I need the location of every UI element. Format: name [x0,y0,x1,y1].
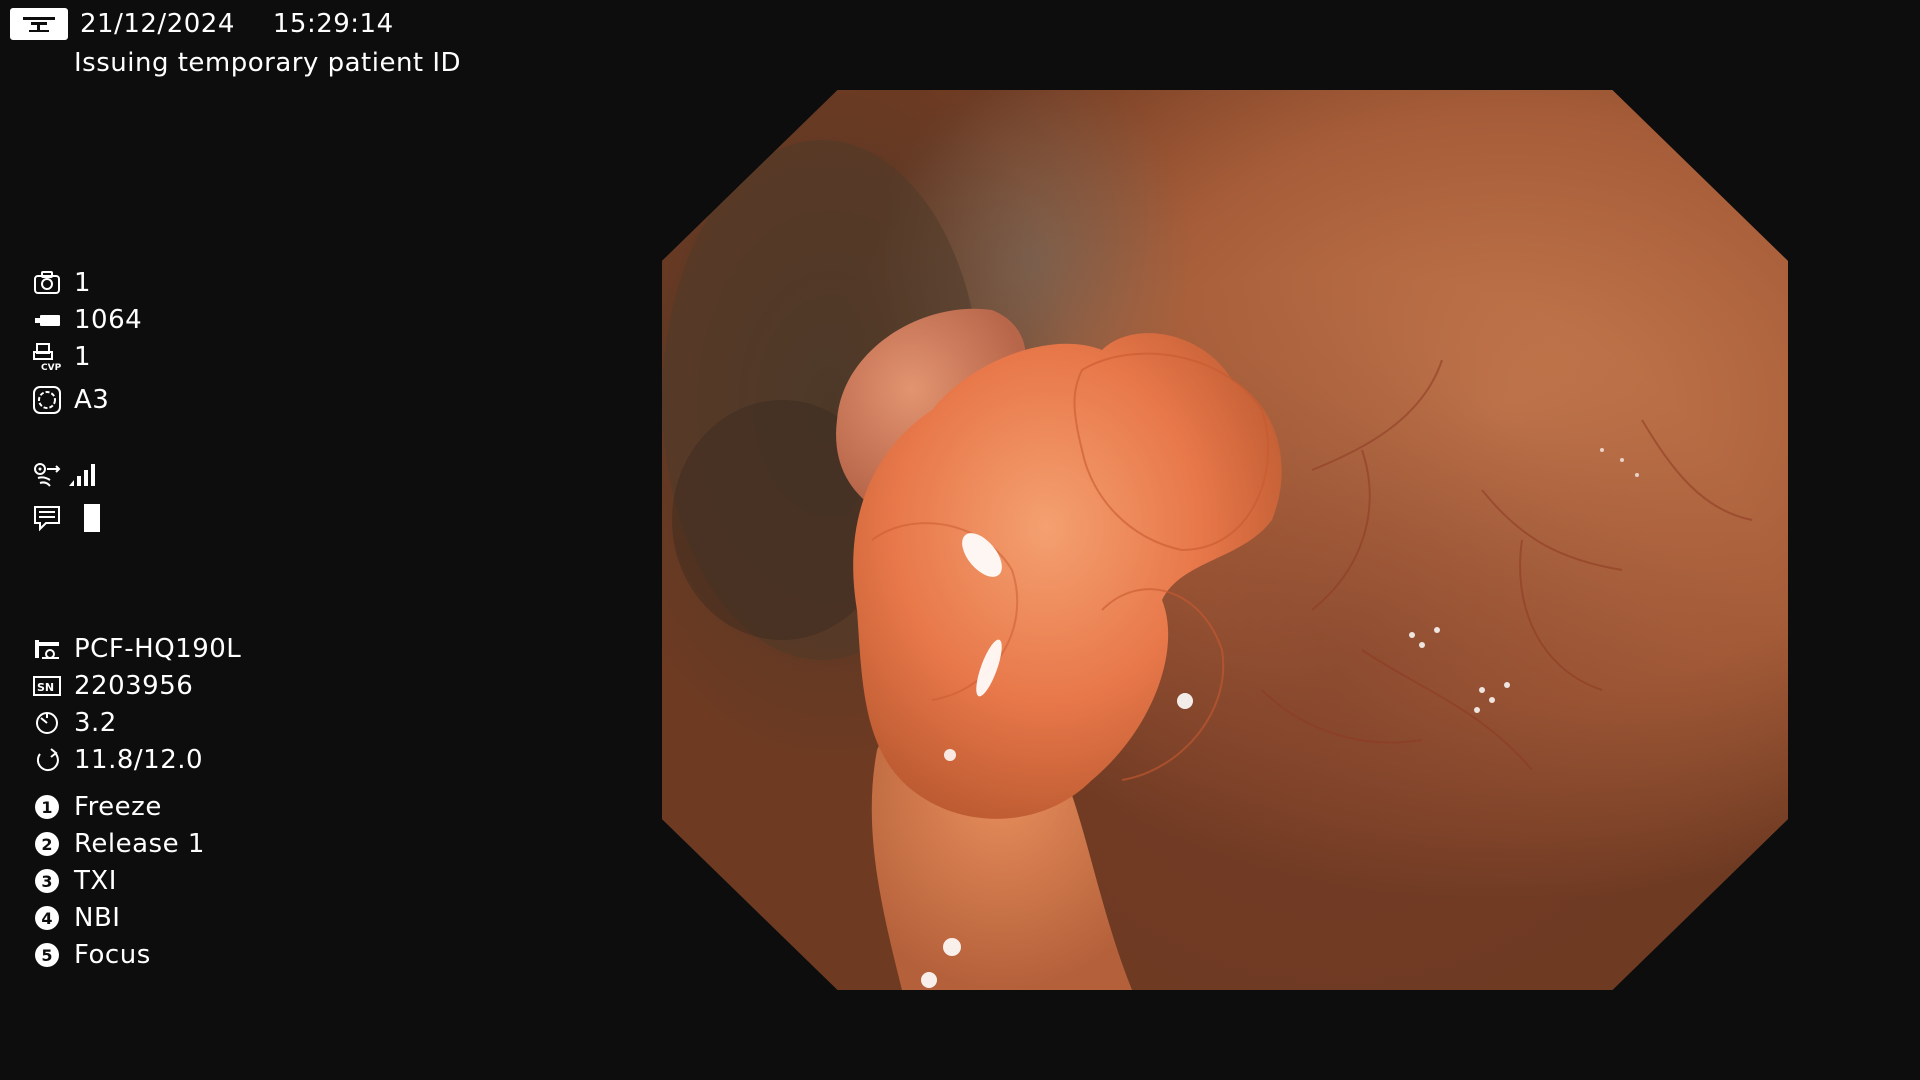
mode-value: A3 [74,385,110,415]
serial-row: SN 2203956 [32,671,193,701]
scope-icon [32,634,62,664]
svg-text:1: 1 [41,798,52,817]
serial-number: 2203956 [74,671,194,701]
comment-icon [32,503,62,533]
signal-icon [66,460,96,490]
monitor-icon [10,8,68,40]
cvp-count-row: CVP 1 [32,342,91,372]
button-3-row: 3 TXI [32,866,117,896]
capture-count: 1 [74,268,92,298]
svg-text:4: 4 [41,909,52,928]
number-2-icon: 2 [32,829,62,859]
value-2: 11.8/12.0 [74,745,204,775]
camera-icon [32,268,62,298]
button-3-label: TXI [74,866,117,896]
mode-icon [32,385,62,415]
number-3-icon: 3 [32,866,62,896]
status-message: Issuing temporary patient ID [74,48,462,78]
endoscope-image [662,140,1753,990]
rotate-ccw-icon [32,745,62,775]
storage-icon [32,305,62,335]
header: 21/12/2024 15:29:14 Issuing temporary pa… [10,8,461,78]
svg-text:3: 3 [41,872,52,891]
scope-model: PCF-HQ190L [74,634,242,664]
comment-block [84,504,100,532]
button-5-label: Focus [74,940,151,970]
signal-row [32,460,96,490]
endoscope-image-view [662,90,1788,990]
button-2-row: 2 Release 1 [32,829,205,859]
storage-count-row: 1064 [32,305,142,335]
time-readout: 15:29:14 [272,9,394,39]
number-5-icon: 5 [32,940,62,970]
rotate-icon [32,708,62,738]
svg-text:SN: SN [37,681,54,694]
button-1-label: Freeze [74,792,162,822]
number-1-icon: 1 [32,792,62,822]
svg-text:5: 5 [41,946,52,965]
mode-row: A3 [32,385,109,415]
svg-text:2: 2 [41,835,52,854]
button-4-row: 4 NBI [32,903,120,933]
storage-count: 1064 [74,305,143,335]
scope-model-row: PCF-HQ190L [32,634,241,664]
number-4-icon: 4 [32,903,62,933]
button-5-row: 5 Focus [32,940,151,970]
button-4-label: NBI [74,903,121,933]
svg-text:CVP: CVP [41,363,62,372]
comment-row [32,503,100,533]
button-1-row: 1 Freeze [32,792,162,822]
cvp-count: 1 [74,342,92,372]
button-2-label: Release 1 [74,829,205,859]
value-2-row: 11.8/12.0 [32,745,203,775]
capture-count-row: 1 [32,268,91,298]
value-1: 3.2 [74,708,117,738]
value-1-row: 3.2 [32,708,117,738]
air-icon [32,460,62,490]
printer-icon: CVP [32,342,62,372]
date-readout: 21/12/2024 [80,9,235,39]
sn-icon: SN [32,671,62,701]
